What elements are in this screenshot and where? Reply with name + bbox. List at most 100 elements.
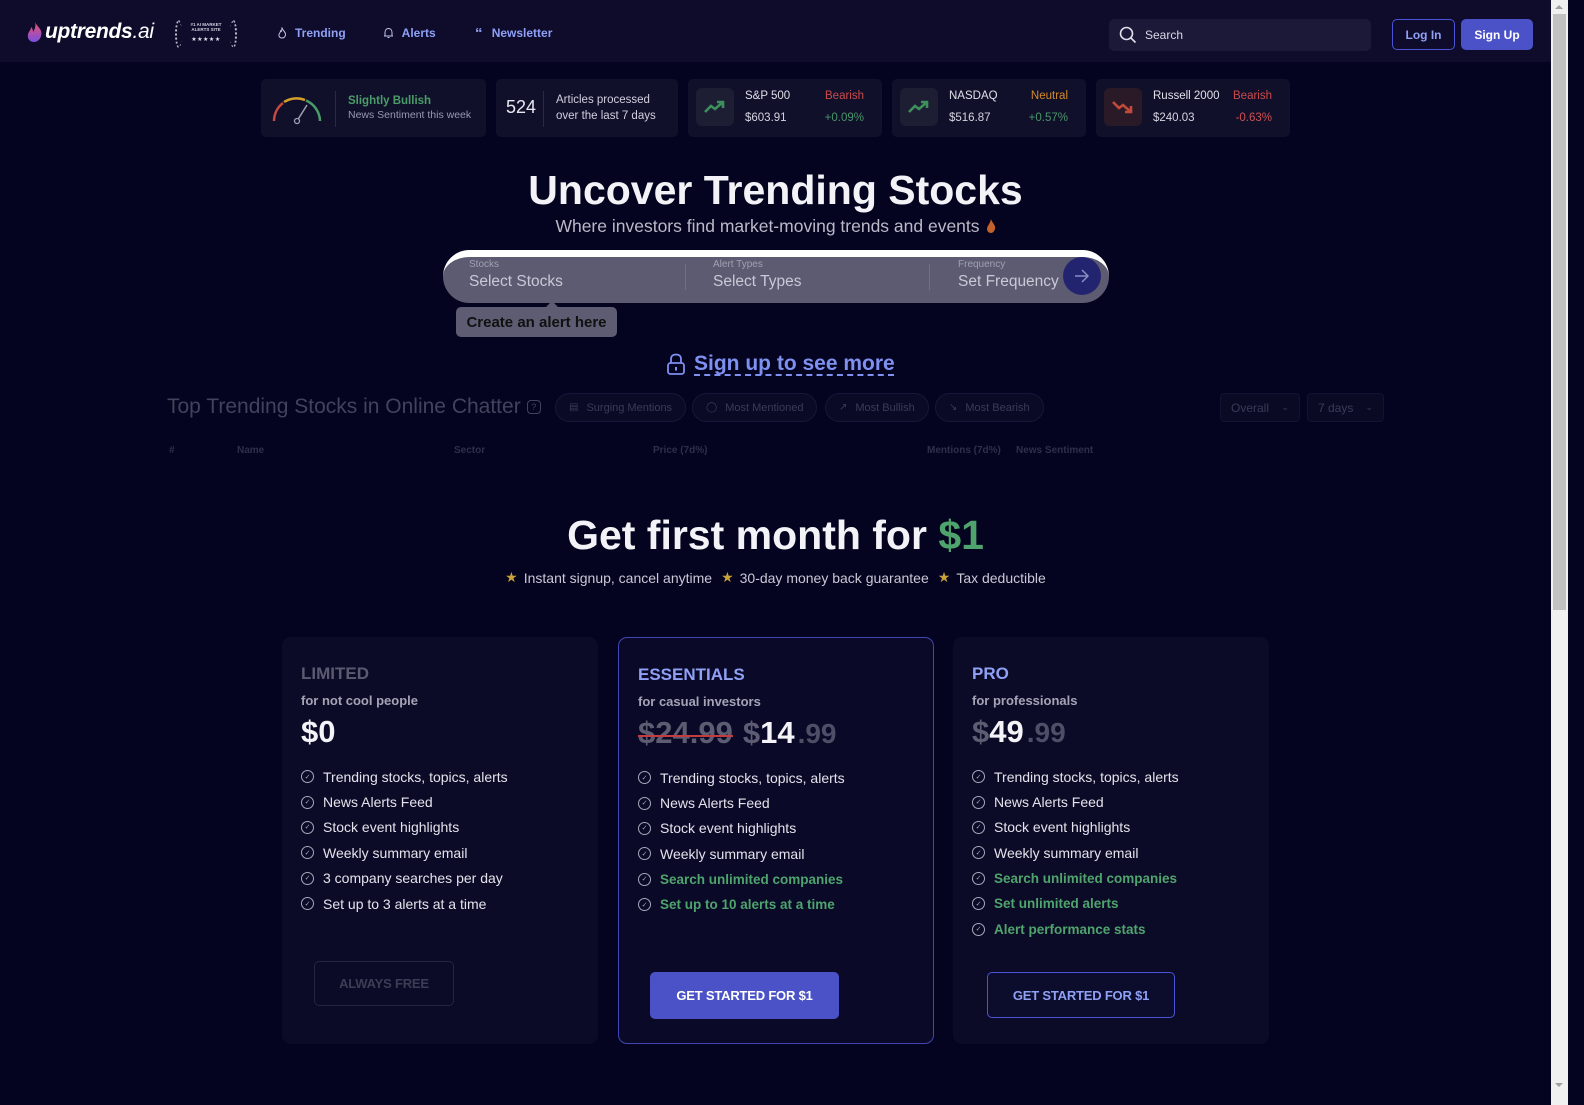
alert-form: Stocks Select Stocks Alert Types Select … [443, 250, 1109, 303]
nav-link-trending[interactable]: Trending [276, 26, 346, 40]
check-circle-icon: ✓ [638, 821, 651, 835]
stocks-select[interactable]: Select Stocks [469, 273, 563, 291]
index-name: S&P 500 [745, 90, 791, 102]
check-circle-icon: ✓ [301, 795, 314, 809]
index-card-nasdaq[interactable]: NASDAQ $516.87 Neutral +0.57% [892, 79, 1086, 137]
index-sentiment: Bearish [825, 90, 864, 102]
scroll-down-arrow-icon[interactable] [1555, 1083, 1563, 1087]
feature-item: ✓ Trending stocks, topics, alerts [972, 764, 1179, 789]
feature-item: ✓ Trending stocks, topics, alerts [638, 765, 845, 790]
scope-select[interactable]: Overall ⌄ [1220, 393, 1300, 422]
feature-text: Stock event highlights [323, 819, 460, 836]
index-card-sp500[interactable]: S&P 500 $603.91 Bearish +0.09% [688, 79, 882, 137]
trend-down-icon [1104, 88, 1142, 126]
feature-item: ✓ Search unlimited companies [972, 866, 1179, 891]
search-icon [1119, 26, 1137, 44]
index-card-russell2000[interactable]: Russell 2000 $240.03 Bearish -0.63% [1096, 79, 1290, 137]
old-price: $24.99 [638, 715, 733, 750]
feature-list: ✓ Trending stocks, topics, alerts ✓ News Al… [972, 764, 1179, 942]
get-started-pro-button[interactable]: GET STARTED FOR $1 [987, 972, 1175, 1018]
filter-surging-mentions[interactable]: ▤ Surging Mentions [555, 393, 687, 422]
filter-label: Most Bullish [855, 401, 915, 414]
submit-alert-button[interactable] [1063, 257, 1101, 295]
feature-text: 3 company searches per day [323, 870, 503, 887]
plan-card-limited: LIMITED for not cool people $0 ✓ Trending… [282, 637, 598, 1044]
always-free-button[interactable]: ALWAYS FREE [314, 961, 454, 1006]
feature-item: ✓ Set unlimited alerts [972, 891, 1179, 916]
column-header-price[interactable]: Price (7d%) [653, 445, 707, 456]
chevron-down-icon: ⌄ [1365, 402, 1373, 412]
sentiment-title: Slightly Bullish [348, 95, 432, 107]
feature-item: ✓ Weekly summary email [301, 840, 508, 865]
signup-button[interactable]: Sign Up [1461, 19, 1533, 50]
alert-types-select[interactable]: Select Types [713, 273, 801, 291]
stocks-field[interactable]: Stocks Select Stocks [469, 259, 563, 291]
scroll-up-arrow-icon[interactable] [1555, 5, 1563, 9]
index-price: $603.91 [745, 112, 787, 124]
search-input[interactable] [1145, 28, 1345, 42]
hero-title: Uncover Trending Stocks [528, 167, 1023, 213]
column-header-mentions[interactable]: Mentions (7d%) [927, 445, 1001, 456]
nav-link-alerts[interactable]: Alerts [383, 26, 436, 40]
feature-text: News Alerts Feed [994, 794, 1104, 811]
column-header-rank[interactable]: # [169, 445, 175, 456]
index-change: +0.57% [1028, 112, 1068, 124]
star-icon: ★ [937, 569, 951, 585]
column-header-name[interactable]: Name [237, 445, 264, 456]
search-box[interactable] [1109, 19, 1371, 51]
trend-up-icon [900, 88, 938, 126]
filter-most-mentioned[interactable]: ◯ Most Mentioned [692, 393, 818, 422]
check-circle-icon: ✓ [638, 771, 651, 785]
check-circle-icon: ✓ [972, 871, 985, 885]
frequency-field[interactable]: Frequency Set Frequency [958, 259, 1059, 291]
feature-text: Trending stocks, topics, alerts [323, 768, 508, 785]
flame-icon [986, 219, 995, 233]
filter-most-bearish[interactable]: ↘ Most Bearish [935, 393, 1044, 422]
index-sentiment: Bearish [1233, 90, 1272, 102]
scrollbar[interactable] [1551, 0, 1568, 1105]
get-started-essentials-button[interactable]: GET STARTED FOR $1 [650, 972, 839, 1019]
check-circle-icon: ✓ [638, 847, 651, 861]
plan-price: $ 49 .99 [972, 714, 1066, 750]
check-circle-icon: ✓ [301, 820, 314, 834]
frequency-select[interactable]: Set Frequency [958, 273, 1059, 291]
price-currency: $ [972, 714, 990, 749]
feature-text: Alert performance stats [994, 921, 1146, 937]
sentiment-subtitle: News Sentiment this week [348, 109, 472, 121]
column-header-sector[interactable]: Sector [454, 445, 485, 456]
check-circle-icon: ✓ [301, 846, 314, 860]
perk-text: Instant signup, cancel anytime [523, 569, 713, 586]
feature-text: Weekly summary email [660, 845, 805, 862]
articles-card: 524 Articles processed over the last 7 d… [496, 79, 678, 137]
scope-select-value: Overall [1231, 400, 1270, 415]
feature-item: ✓ Weekly summary email [638, 841, 845, 866]
period-select[interactable]: 7 days ⌄ [1307, 393, 1384, 422]
feature-item: ✓ Search unlimited companies [638, 867, 845, 892]
feature-text: Trending stocks, topics, alerts [660, 769, 845, 786]
filter-most-bullish[interactable]: ↗ Most Bullish [825, 393, 929, 422]
check-circle-icon: ✓ [972, 897, 985, 911]
logo[interactable]: uptrends.ai [26, 20, 154, 44]
scroll-thumb[interactable] [1553, 14, 1566, 610]
promo-title-text: Get first month for [567, 512, 939, 558]
trending-title-text: Top Trending Stocks in Online Chatter [167, 395, 521, 418]
column-header-news-sentiment[interactable]: News Sentiment [1016, 445, 1093, 456]
promo-title: Get first month for $1 [0, 512, 1551, 559]
price-cents: .99 [1026, 717, 1066, 748]
alert-types-field[interactable]: Alert Types Select Types [713, 259, 801, 291]
index-name: NASDAQ [949, 90, 998, 102]
feature-text: Set unlimited alerts [994, 896, 1119, 912]
signup-more-link[interactable]: Sign up to see more [666, 352, 895, 376]
check-circle-icon: ✓ [972, 846, 985, 860]
price-value: $0 [301, 714, 336, 749]
hero-subtitle: Where investors find market-moving trend… [0, 216, 1551, 237]
nav-link-newsletter[interactable]: “ Newsletter [473, 25, 552, 42]
check-circle-icon: ✓ [301, 897, 314, 911]
login-button[interactable]: Log In [1392, 19, 1455, 50]
divider [543, 91, 544, 127]
feature-text: Weekly summary email [323, 844, 468, 861]
help-icon[interactable]: ? [526, 400, 541, 414]
flame-logo-icon [27, 22, 42, 42]
nav-links: Trending Alerts “ Newsletter [276, 25, 589, 42]
sentiment-gauge-icon [272, 97, 322, 125]
